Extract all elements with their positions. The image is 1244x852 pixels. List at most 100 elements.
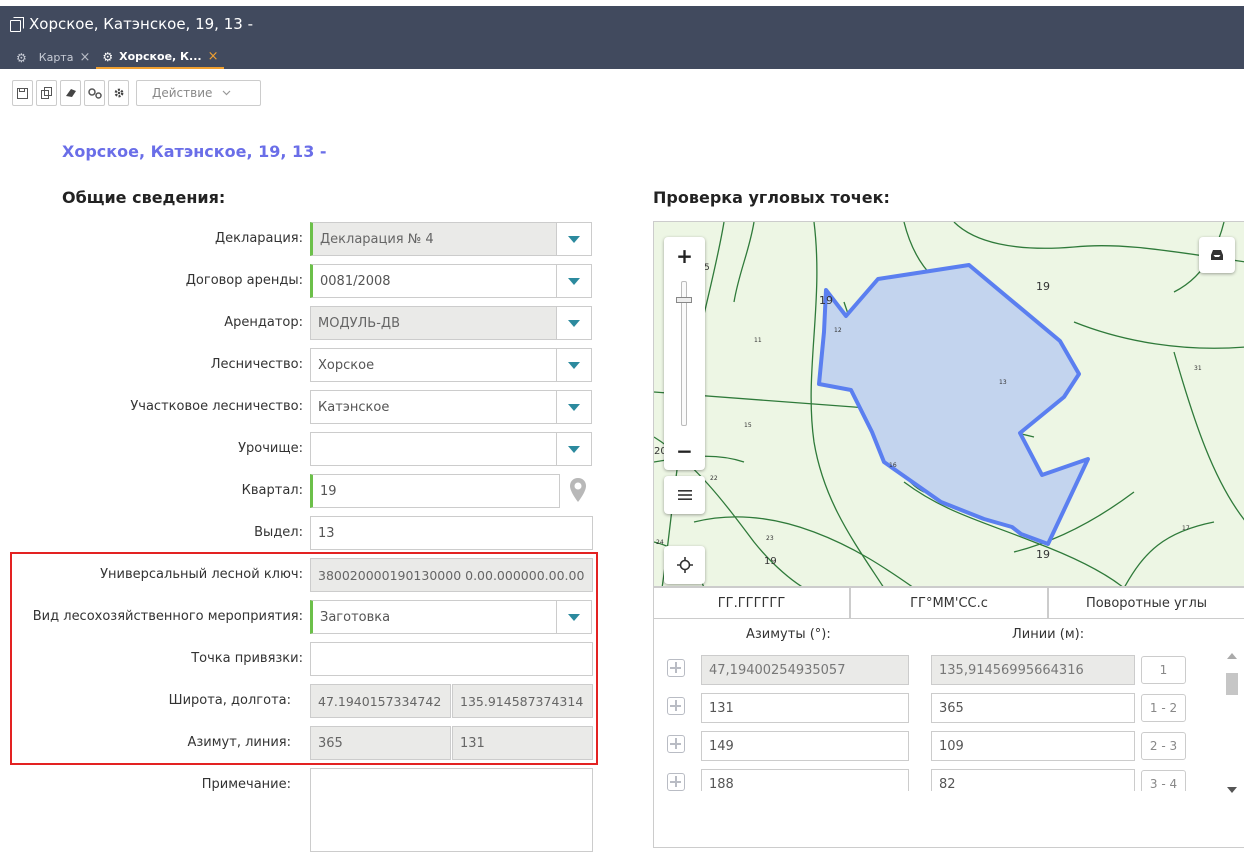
scroll-thumb[interactable]	[1226, 673, 1238, 695]
lease-select[interactable]: 0081/2008	[310, 264, 557, 298]
map-label: 31	[1194, 365, 1202, 372]
district-forestry-label: Участковое лесничество:	[130, 399, 303, 414]
rows-scrollbar[interactable]	[1224, 649, 1240, 797]
plot-polygon[interactable]	[817, 263, 1090, 546]
add-row-icon[interactable]	[667, 659, 685, 677]
crosshair-icon	[676, 557, 693, 573]
line-cell[interactable]: 109	[931, 731, 1135, 761]
map-pin-icon[interactable]	[569, 477, 587, 503]
map-view[interactable]: 19 19 12 11 13 31 15 16 20 22 23 19 17 2…	[653, 221, 1244, 587]
corner-check-heading: Проверка угловых точек:	[653, 188, 890, 207]
map-label: 16	[889, 462, 897, 469]
lease-label: Договор аренды:	[185, 273, 303, 288]
settings-button[interactable]	[108, 80, 129, 106]
zoom-slider-handle[interactable]	[676, 297, 692, 303]
window-title: Хорское, Катэнское, 19, 13 -	[10, 15, 253, 33]
scroll-down-icon[interactable]	[1227, 787, 1237, 793]
dropdown-arrow-icon	[568, 361, 580, 369]
toolbar: Действие	[12, 80, 261, 106]
inbox-button[interactable]	[1199, 237, 1235, 273]
map-label: 13	[999, 379, 1007, 386]
tab-record-label: Хорское, К...	[119, 50, 202, 63]
coordinate-format-tabs: ГГ.ГГГГГГ ГГ°ММ'СС.с Поворотные углы	[653, 587, 1244, 619]
inbox-icon	[1211, 250, 1223, 260]
azimuths-column-header: Азимуты (°):	[746, 627, 831, 642]
tab-decimal-degrees[interactable]: ГГ.ГГГГГГ	[653, 587, 850, 619]
scroll-up-icon[interactable]	[1227, 653, 1237, 659]
map-label: 15	[744, 422, 752, 429]
eraser-icon	[65, 89, 76, 97]
map-canvas[interactable]: 19 19 12 11 13 31 15 16 20 22 23 19 17 2…	[654, 222, 1244, 587]
tab-home[interactable]: ⚙	[0, 46, 33, 69]
forestry-label: Лесничество:	[210, 357, 303, 372]
map-label: 22	[710, 475, 718, 482]
tenant-dropdown-button[interactable]	[556, 306, 592, 340]
tract-select[interactable]	[310, 432, 557, 466]
azimuth-cell[interactable]: 131	[701, 693, 909, 723]
azimuth-cell[interactable]: 149	[701, 731, 909, 761]
map-label: 19	[819, 294, 833, 307]
tab-map-label: Карта	[38, 51, 74, 64]
tab-map[interactable]: Карта ×	[33, 46, 97, 69]
declaration-dropdown-button[interactable]	[556, 222, 592, 256]
line-cell[interactable]: 135,91456995664316	[931, 655, 1135, 685]
quarter-input[interactable]: 19	[310, 474, 560, 508]
declaration-select[interactable]: Декларация № 4	[310, 222, 557, 256]
line-cell[interactable]: 82	[931, 769, 1135, 791]
window-header: Хорское, Катэнское, 19, 13 - ⚙ Карта × ⚙…	[0, 6, 1244, 69]
eraser-button[interactable]	[60, 80, 81, 106]
allotment-input[interactable]: 13	[310, 516, 593, 550]
copy-button[interactable]	[36, 80, 57, 106]
azimuth-cell[interactable]: 188	[701, 769, 909, 791]
tab-dms[interactable]: ГГ°ММ'СС.с	[850, 587, 1048, 619]
add-row-icon[interactable]	[667, 735, 685, 753]
tab-bar: ⚙ Карта × ⚙ Хорское, К... ×	[0, 46, 225, 69]
action-dropdown[interactable]: Действие	[136, 80, 261, 106]
save-button[interactable]	[12, 80, 33, 106]
tab-map-close-icon[interactable]: ×	[79, 50, 90, 65]
coordinate-row: 188 82 3 - 4	[654, 769, 1224, 791]
tab-record[interactable]: ⚙ Хорское, К... ×	[96, 46, 225, 69]
row-index: 1 - 2	[1141, 694, 1186, 722]
dropdown-arrow-icon	[568, 319, 580, 327]
zoom-out-button[interactable]: −	[664, 432, 705, 470]
azimuth-cell[interactable]: 47,19400254935057	[701, 655, 909, 685]
dropdown-arrow-icon	[568, 403, 580, 411]
line-cell[interactable]: 365	[931, 693, 1135, 723]
note-label: Примечание:	[201, 777, 291, 792]
map-label: 12	[834, 327, 842, 334]
allotment-label: Выдел:	[254, 525, 303, 540]
copy-icon	[10, 17, 24, 32]
layers-button[interactable]	[664, 476, 705, 514]
coordinate-row: 149 109 2 - 3	[654, 731, 1224, 761]
declaration-label: Декларация:	[215, 231, 303, 246]
lease-dropdown-button[interactable]	[556, 264, 592, 298]
copy-icon	[40, 87, 52, 99]
map-label: 24	[656, 539, 664, 546]
forestry-select[interactable]: Хорское	[310, 348, 557, 382]
zoom-in-button[interactable]: +	[664, 237, 705, 275]
tab-record-close-icon[interactable]: ×	[208, 49, 219, 64]
district-forestry-dropdown-button[interactable]	[556, 390, 592, 424]
note-textarea[interactable]	[310, 768, 593, 852]
gears-icon: ⚙	[16, 50, 27, 65]
lines-column-header: Линии (м):	[1012, 627, 1085, 642]
locate-button[interactable]	[664, 546, 705, 584]
tract-dropdown-button[interactable]	[556, 432, 592, 466]
map-label: 11	[754, 337, 762, 344]
save-icon	[17, 87, 28, 99]
tab-turning-angles[interactable]: Поворотные углы	[1048, 587, 1244, 619]
tenant-select[interactable]: МОДУЛЬ-ДВ	[310, 306, 557, 340]
add-row-icon[interactable]	[667, 697, 685, 715]
dropdown-arrow-icon	[568, 277, 580, 285]
district-forestry-select[interactable]: Катэнское	[310, 390, 557, 424]
highlight-box	[10, 552, 598, 765]
quarter-label: Квартал:	[241, 483, 303, 498]
forestry-dropdown-button[interactable]	[556, 348, 592, 382]
dropdown-arrow-icon	[568, 235, 580, 243]
coordinate-row: 131 365 1 - 2	[654, 693, 1224, 723]
page-title: Хорское, Катэнское, 19, 13 -	[62, 142, 327, 161]
tract-label: Урочище:	[238, 441, 303, 456]
cogs-button[interactable]	[84, 80, 105, 106]
add-row-icon[interactable]	[667, 773, 685, 791]
